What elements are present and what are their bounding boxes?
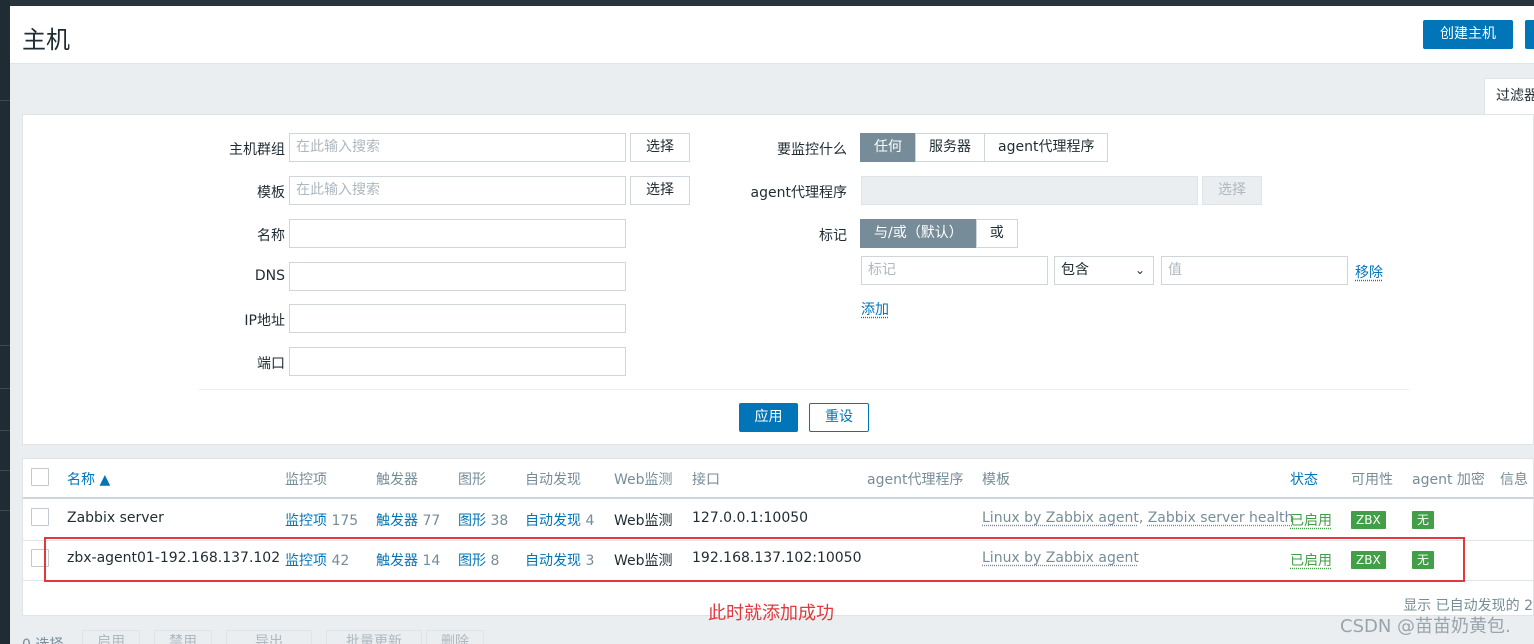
col-discovery: 自动发现	[525, 472, 581, 488]
items-count: 175	[331, 513, 359, 529]
host-groups-input[interactable]: 在此输入搜索	[289, 133, 626, 162]
monitored-by-toggle: 任何 服务器 agent代理程序	[860, 133, 1109, 162]
delete-button[interactable]: 删除	[426, 630, 484, 644]
triggers-cell: 触发器 77	[376, 510, 440, 530]
filter-panel: 主机群组 在此输入搜索 选择 模板 在此输入搜索 选择 名称 DNS IP地址 …	[22, 114, 1534, 445]
col-graphs: 图形	[458, 472, 486, 488]
chevron-down-icon: ⌄	[1134, 263, 1145, 277]
triggers-count: 77	[422, 513, 441, 529]
port-input[interactable]	[289, 347, 626, 376]
items-cell: 监控项 175	[285, 510, 358, 530]
port-label: 端口	[257, 356, 285, 372]
host-groups-label: 主机群组	[229, 142, 285, 158]
triggers-link[interactable]: 触发器	[376, 513, 418, 529]
tags-label: 标记	[819, 228, 847, 244]
annotation-text: 此时就添加成功	[708, 603, 834, 624]
zbx-availability-badge: ZBX	[1351, 511, 1386, 529]
encryption-badge: 无	[1412, 511, 1435, 529]
add-tag-link[interactable]: 添加	[861, 299, 889, 319]
create-host-button[interactable]: 创建主机	[1423, 20, 1513, 49]
monitored-by-label: 要监控什么	[777, 142, 847, 158]
watermark: CSDN @苗苗奶黄包.	[1340, 616, 1511, 637]
col-availability: 可用性	[1351, 472, 1393, 488]
templates-select-button[interactable]: 选择	[630, 176, 690, 205]
proxy-input	[861, 176, 1198, 205]
filter-divider	[199, 389, 1409, 390]
page-title: 主机	[22, 26, 70, 54]
tags-mode-and-or[interactable]: 与/或（默认）	[860, 219, 977, 248]
selected-count: 0 选择	[22, 634, 63, 644]
graphs-link[interactable]: 图形	[458, 513, 486, 529]
monitored-by-any[interactable]: 任何	[860, 133, 916, 162]
ip-label: IP地址	[244, 313, 285, 329]
name-input[interactable]	[289, 219, 626, 248]
tags-mode-toggle: 与/或（默认） 或	[860, 219, 1018, 248]
filter-tab[interactable]: 过滤器	[1484, 78, 1534, 114]
monitored-by-server[interactable]: 服务器	[915, 133, 985, 162]
import-button[interactable]	[1525, 20, 1534, 49]
items-link[interactable]: 监控项	[285, 513, 327, 529]
col-info: 信息	[1500, 472, 1528, 488]
col-triggers: 触发器	[376, 472, 418, 488]
status-link[interactable]: 已启用	[1290, 510, 1332, 530]
host-name-link[interactable]: Zabbix server	[67, 510, 164, 526]
templates-label: 模板	[257, 185, 285, 201]
annotation-highlight-box	[44, 537, 1465, 582]
interface-cell: 127.0.0.1:10050	[692, 510, 809, 526]
template-link[interactable]: Zabbix server health	[1148, 510, 1294, 526]
tags-mode-or[interactable]: 或	[975, 219, 1018, 248]
page-header: 主机 创建主机	[10, 6, 1534, 64]
ip-input[interactable]	[289, 304, 626, 333]
discovery-link[interactable]: 自动发现	[525, 513, 581, 529]
col-items: 监控项	[285, 472, 327, 488]
left-sidebar-strip	[0, 0, 10, 644]
col-proxy: agent代理程序	[867, 472, 964, 488]
mass-update-button[interactable]: 批量更新	[326, 630, 422, 644]
tag-operator-select[interactable]: 包含 ⌄	[1054, 256, 1154, 285]
enable-button[interactable]: 启用	[82, 630, 140, 644]
remove-tag-link[interactable]: 移除	[1355, 262, 1383, 282]
monitored-by-proxy[interactable]: agent代理程序	[984, 133, 1109, 162]
web-link[interactable]: Web监测	[614, 510, 673, 530]
host-groups-select-button[interactable]: 选择	[630, 133, 690, 162]
reset-button[interactable]: 重设	[809, 403, 869, 432]
template-separator: ,	[1138, 510, 1148, 526]
export-button[interactable]: 导出	[226, 630, 312, 644]
discovery-cell: 自动发现 4	[525, 510, 594, 530]
select-all-checkbox[interactable]	[31, 468, 49, 486]
template-link[interactable]: Linux by Zabbix agent	[982, 510, 1139, 526]
col-interface: 接口	[692, 472, 720, 488]
templates-cell: Linux by Zabbix agent, Zabbix server hea…	[982, 510, 1293, 526]
discovery-count: 4	[585, 513, 595, 529]
proxy-select-button: 选择	[1202, 176, 1262, 205]
col-status[interactable]: 状态	[1290, 469, 1318, 489]
dns-label: DNS	[254, 268, 285, 284]
dns-input[interactable]	[289, 262, 626, 291]
disable-button[interactable]: 禁用	[154, 630, 212, 644]
bulk-actions-bar: 0 选择 启用 禁用 导出 批量更新 删除	[10, 624, 1534, 644]
row-checkbox[interactable]	[31, 508, 49, 526]
tag-value-input[interactable]: 值	[1161, 256, 1348, 285]
tag-operator-value: 包含	[1061, 262, 1089, 278]
graphs-cell: 图形 38	[458, 510, 508, 530]
graphs-count: 38	[490, 513, 509, 529]
header-divider	[23, 497, 1534, 499]
name-label: 名称	[257, 228, 285, 244]
apply-button[interactable]: 应用	[739, 403, 798, 432]
templates-input[interactable]: 在此输入搜索	[289, 176, 626, 205]
tag-name-input[interactable]: 标记	[861, 256, 1048, 285]
col-name[interactable]: 名称 ▲	[67, 469, 110, 489]
col-encryption: agent 加密	[1412, 472, 1485, 488]
col-templates: 模板	[982, 472, 1010, 488]
proxy-label: agent代理程序	[750, 185, 847, 201]
col-web: Web监测	[614, 472, 673, 488]
